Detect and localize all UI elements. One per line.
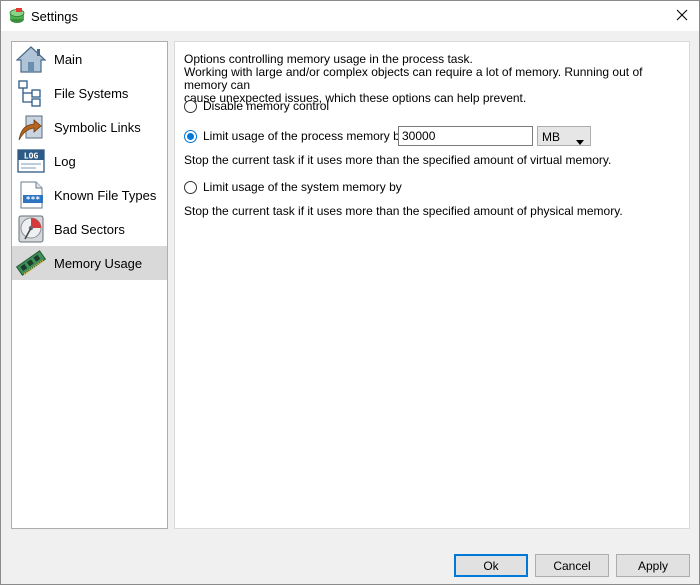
memory-unit-value: MB — [542, 130, 560, 144]
disk-icon — [16, 215, 46, 243]
cancel-button[interactable]: Cancel — [535, 554, 609, 577]
ok-button[interactable]: Ok — [454, 554, 528, 577]
panel-description: Options controlling memory usage in the … — [184, 53, 684, 105]
description-line: Working with large and/or complex object… — [184, 65, 643, 92]
process-memory-value-input[interactable] — [398, 126, 533, 146]
close-icon — [676, 9, 688, 24]
settings-nav: Main File Systems Symbolic Links LOG Log… — [11, 41, 168, 529]
memory-unit-select[interactable]: MB — [537, 126, 591, 146]
sidebar-item-known-file-types[interactable]: *** Known File Types — [12, 178, 167, 212]
limit-process-memory-option[interactable]: Limit usage of the process memory by — [184, 129, 406, 143]
sidebar-item-label: Memory Usage — [54, 256, 143, 271]
sidebar-item-file-systems[interactable]: File Systems — [12, 76, 167, 110]
sidebar-item-log[interactable]: LOG Log — [12, 144, 167, 178]
sidebar-item-main[interactable]: Main — [12, 42, 167, 76]
tree-icon — [16, 79, 46, 107]
sidebar-item-memory-usage[interactable]: Memory Usage — [12, 246, 167, 280]
title-bar: Settings — [1, 1, 699, 31]
log-icon: LOG — [16, 147, 46, 175]
option-label: Limit usage of the system memory by — [203, 180, 402, 194]
apply-button[interactable]: Apply — [616, 554, 690, 577]
option-label: Disable memory control — [203, 99, 330, 113]
sidebar-item-label: Main — [54, 52, 83, 67]
sidebar-item-label: Known File Types — [54, 188, 157, 203]
limit-system-memory-option[interactable]: Limit usage of the system memory by — [184, 180, 402, 194]
sidebar-item-label: Log — [54, 154, 76, 169]
option-label: Limit usage of the process memory by — [203, 129, 406, 143]
svg-text:***: *** — [26, 195, 41, 204]
memory-usage-panel: Options controlling memory usage in the … — [174, 41, 690, 529]
limit-system-memory-radio[interactable] — [184, 180, 197, 194]
close-button[interactable] — [665, 1, 699, 31]
house-icon — [16, 45, 46, 73]
sidebar-item-label: File Systems — [54, 86, 129, 101]
disable-memory-control-radio[interactable] — [184, 99, 197, 113]
file-type-icon: *** — [16, 181, 46, 209]
process-memory-note: Stop the current task if it uses more th… — [184, 153, 612, 167]
sidebar-item-symbolic-links[interactable]: Symbolic Links — [12, 110, 167, 144]
disable-memory-control-option[interactable]: Disable memory control — [184, 99, 329, 113]
sidebar-item-bad-sectors[interactable]: Bad Sectors — [12, 212, 167, 246]
limit-process-memory-radio[interactable] — [184, 129, 197, 143]
system-memory-note: Stop the current task if it uses more th… — [184, 204, 623, 218]
window-title: Settings — [31, 9, 78, 24]
chevron-down-icon — [576, 134, 584, 148]
svg-text:LOG: LOG — [24, 152, 39, 161]
memory-chip-icon — [16, 249, 46, 277]
sidebar-item-label: Bad Sectors — [54, 222, 125, 237]
sidebar-item-label: Symbolic Links — [54, 120, 141, 135]
symlink-icon — [16, 113, 46, 141]
app-icon — [9, 8, 25, 24]
settings-window: Settings Main File Systems Symbolic Link… — [0, 0, 700, 585]
